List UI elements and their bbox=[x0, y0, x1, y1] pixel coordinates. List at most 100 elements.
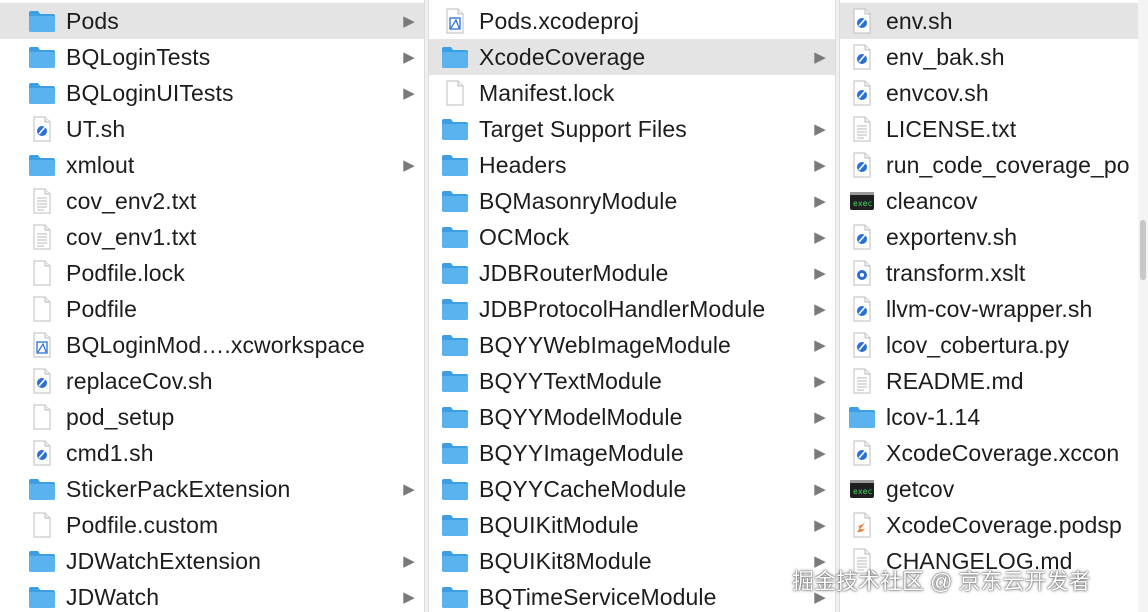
file-row[interactable]: JDWatch ▶ bbox=[0, 579, 424, 612]
file-row[interactable]: llvm-cov-wrapper.sh bbox=[840, 291, 1138, 327]
file-row[interactable]: UT.sh bbox=[0, 111, 424, 147]
file-row[interactable]: BQLoginMod….xcworkspace bbox=[0, 327, 424, 363]
file-name-label: BQUIKitModule bbox=[479, 511, 639, 538]
file-name-label: BQUIKit8Module bbox=[479, 547, 652, 574]
file-row[interactable]: BQUIKit8Module ▶ bbox=[429, 543, 835, 579]
file-name-label: lcov-1.14 bbox=[886, 403, 981, 430]
file-row[interactable]: XcodeCoverage.xccon bbox=[840, 435, 1138, 471]
file-row[interactable]: Target Support Files ▶ bbox=[429, 111, 835, 147]
file-row[interactable]: envcov.sh bbox=[840, 75, 1138, 111]
file-row[interactable]: lcov-1.14 bbox=[840, 399, 1138, 435]
file-row[interactable]: BQTimeServiceModule ▶ bbox=[429, 579, 835, 612]
disclosure-chevron-icon[interactable]: ▶ bbox=[811, 408, 829, 426]
file-row[interactable]: LICENSE.txt bbox=[840, 111, 1138, 147]
disclosure-chevron-icon[interactable]: ▶ bbox=[400, 480, 418, 498]
file-row[interactable]: replaceCov.sh bbox=[0, 363, 424, 399]
disclosure-chevron-icon[interactable]: ▶ bbox=[811, 336, 829, 354]
file-row[interactable]: JDBProtocolHandlerModule ▶ bbox=[429, 291, 835, 327]
file-name-label: JDBProtocolHandlerModule bbox=[479, 295, 766, 322]
file-name-label: BQTimeServiceModule bbox=[479, 583, 717, 610]
file-row[interactable]: Podfile.custom bbox=[0, 507, 424, 543]
file-row[interactable]: cov_env2.txt bbox=[0, 183, 424, 219]
file-row[interactable]: BQYYImageModule ▶ bbox=[429, 435, 835, 471]
file-row[interactable]: JDWatchExtension ▶ bbox=[0, 543, 424, 579]
file-name-label: Target Support Files bbox=[479, 115, 687, 142]
file-row[interactable]: BQYYWebImageModule ▶ bbox=[429, 327, 835, 363]
right-scroll-knob[interactable] bbox=[1140, 220, 1146, 280]
finder-column-2[interactable]: Pods.xcodeproj XcodeCoverage ▶ Manifest.loc… bbox=[429, 0, 835, 612]
disclosure-chevron-icon[interactable]: ▶ bbox=[811, 444, 829, 462]
shell-script-icon bbox=[848, 7, 876, 35]
disclosure-chevron-icon[interactable]: ▶ bbox=[400, 588, 418, 606]
file-row[interactable]: JDBRouterModule ▶ bbox=[429, 255, 835, 291]
folder-icon bbox=[441, 475, 469, 503]
file-row[interactable]: env.sh bbox=[840, 3, 1138, 39]
file-row[interactable]: README.md bbox=[840, 363, 1138, 399]
file-row[interactable]: exec getcov bbox=[840, 471, 1138, 507]
file-row[interactable]: BQLoginTests ▶ bbox=[0, 39, 424, 75]
disclosure-chevron-icon[interactable]: ▶ bbox=[811, 228, 829, 246]
file-row[interactable]: env_bak.sh bbox=[840, 39, 1138, 75]
file-row[interactable]: transform.xslt bbox=[840, 255, 1138, 291]
shell-script-icon bbox=[28, 439, 56, 467]
file-row[interactable]: exportenv.sh bbox=[840, 219, 1138, 255]
file-row[interactable]: Pods ▶ bbox=[0, 3, 424, 39]
file-row[interactable]: run_code_coverage_po bbox=[840, 147, 1138, 183]
file-row[interactable]: StickerPackExtension ▶ bbox=[0, 471, 424, 507]
folder-icon bbox=[848, 403, 876, 431]
disclosure-chevron-icon[interactable]: ▶ bbox=[811, 120, 829, 138]
disclosure-chevron-icon[interactable]: ▶ bbox=[811, 372, 829, 390]
file-row[interactable]: OCMock ▶ bbox=[429, 219, 835, 255]
file-row[interactable]: XcodeCoverage.podsp bbox=[840, 507, 1138, 543]
file-row[interactable]: BQMasonryModule ▶ bbox=[429, 183, 835, 219]
disclosure-chevron-icon[interactable]: ▶ bbox=[811, 264, 829, 282]
right-scrollbar[interactable] bbox=[1138, 0, 1148, 612]
disclosure-chevron-icon[interactable]: ▶ bbox=[811, 48, 829, 66]
disclosure-chevron-icon[interactable]: ▶ bbox=[811, 156, 829, 174]
disclosure-chevron-icon[interactable]: ▶ bbox=[400, 84, 418, 102]
file-row[interactable]: Pods.xcodeproj bbox=[429, 3, 835, 39]
file-name-label: cov_env2.txt bbox=[66, 187, 197, 214]
file-row[interactable]: Podfile.lock bbox=[0, 255, 424, 291]
file-name-label: BQYYModelModule bbox=[479, 403, 683, 430]
disclosure-chevron-icon[interactable]: ▶ bbox=[811, 300, 829, 318]
file-row[interactable]: Manifest.lock bbox=[429, 75, 835, 111]
file-row[interactable]: Podfile bbox=[0, 291, 424, 327]
blank-document-icon bbox=[441, 79, 469, 107]
folder-icon bbox=[441, 367, 469, 395]
file-name-label: replaceCov.sh bbox=[66, 367, 213, 394]
disclosure-chevron-icon[interactable]: ▶ bbox=[400, 552, 418, 570]
file-row[interactable]: pod_setup bbox=[0, 399, 424, 435]
file-name-label: Pods.xcodeproj bbox=[479, 7, 639, 34]
folder-icon bbox=[28, 547, 56, 575]
file-row[interactable]: Headers ▶ bbox=[429, 147, 835, 183]
file-row[interactable]: BQYYTextModule ▶ bbox=[429, 363, 835, 399]
finder-column-3[interactable]: env.sh env_bak.sh envcov.sh LICENSE.txt run_… bbox=[840, 0, 1148, 612]
folder-icon bbox=[441, 439, 469, 467]
disclosure-chevron-icon[interactable]: ▶ bbox=[811, 516, 829, 534]
file-row[interactable]: BQLoginUITests ▶ bbox=[0, 75, 424, 111]
file-row[interactable]: BQYYModelModule ▶ bbox=[429, 399, 835, 435]
disclosure-chevron-icon[interactable]: ▶ bbox=[811, 192, 829, 210]
file-row[interactable]: XcodeCoverage ▶ bbox=[429, 39, 835, 75]
file-name-label: run_code_coverage_po bbox=[886, 151, 1130, 178]
file-row[interactable]: cmd1.sh bbox=[0, 435, 424, 471]
disclosure-chevron-icon[interactable]: ▶ bbox=[400, 12, 418, 30]
blank-document-icon bbox=[28, 511, 56, 539]
disclosure-chevron-icon[interactable]: ▶ bbox=[400, 156, 418, 174]
folder-icon bbox=[28, 151, 56, 179]
file-row[interactable]: exec cleancov bbox=[840, 183, 1138, 219]
disclosure-chevron-icon[interactable]: ▶ bbox=[811, 480, 829, 498]
file-name-label: JDWatchExtension bbox=[66, 547, 262, 574]
shell-script-icon bbox=[848, 331, 876, 359]
file-name-label: transform.xslt bbox=[886, 259, 1026, 286]
text-document-icon bbox=[28, 223, 56, 251]
file-row[interactable]: BQUIKitModule ▶ bbox=[429, 507, 835, 543]
file-row[interactable]: cov_env1.txt bbox=[0, 219, 424, 255]
disclosure-chevron-icon[interactable]: ▶ bbox=[400, 48, 418, 66]
file-row[interactable]: xmlout ▶ bbox=[0, 147, 424, 183]
text-document-icon bbox=[848, 115, 876, 143]
file-row[interactable]: BQYYCacheModule ▶ bbox=[429, 471, 835, 507]
finder-column-1[interactable]: Pods ▶ BQLoginTests ▶ BQLoginUITests ▶ UT.sh xm… bbox=[0, 0, 424, 612]
file-row[interactable]: lcov_cobertura.py bbox=[840, 327, 1138, 363]
